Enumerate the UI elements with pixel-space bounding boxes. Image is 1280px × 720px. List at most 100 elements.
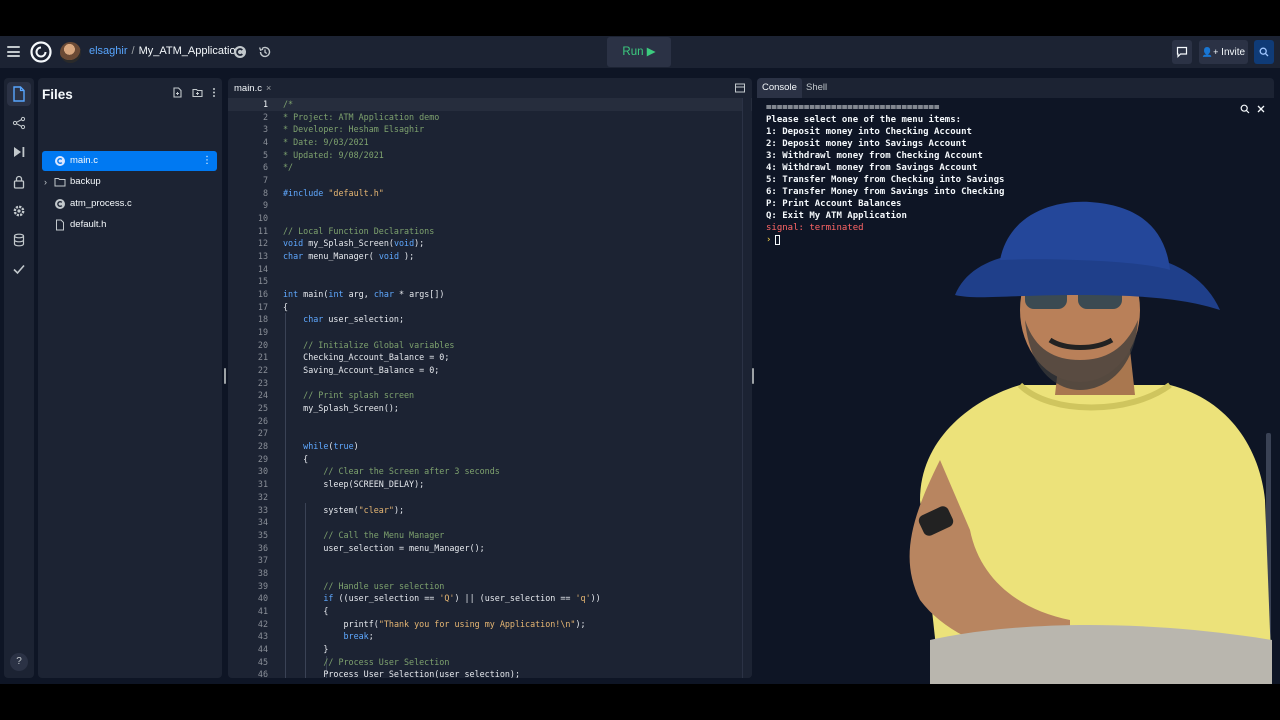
line-number: 25 bbox=[257, 403, 268, 414]
run-button[interactable]: Run ▶ bbox=[607, 37, 671, 67]
line-number: 43 bbox=[257, 631, 268, 642]
history-icon[interactable] bbox=[257, 44, 273, 60]
code-line: char user_selection; bbox=[303, 314, 405, 325]
tab-main-c[interactable]: main.c × bbox=[228, 78, 277, 98]
more-options-icon[interactable] bbox=[212, 87, 216, 98]
line-number: 18 bbox=[257, 314, 268, 325]
replit-logo-icon[interactable] bbox=[30, 41, 52, 63]
code-area[interactable]: 1 2 3 4 5 6 7 8 9 10 11 12 13 14 15 16 17 18 19 20 21 22 23 24 2… bbox=[228, 98, 752, 678]
line-number: 30 bbox=[257, 466, 268, 477]
rail-database[interactable] bbox=[7, 228, 31, 252]
search-icon[interactable] bbox=[1240, 104, 1250, 114]
line-number: 5 bbox=[262, 149, 268, 160]
files-toolbar bbox=[172, 87, 216, 98]
invite-button[interactable]: 👤+ Invite bbox=[1199, 40, 1248, 64]
tab-console[interactable]: Console bbox=[757, 78, 802, 98]
code-line: // Handle user selection bbox=[283, 580, 445, 591]
code-line: * Project: ATM Application demo bbox=[283, 111, 440, 122]
panel-resize-handle[interactable] bbox=[752, 368, 754, 384]
search-button[interactable] bbox=[1254, 40, 1274, 64]
panel-resize-handle[interactable] bbox=[224, 368, 226, 384]
line-number: 42 bbox=[257, 618, 268, 629]
git-branch-icon bbox=[12, 116, 26, 130]
line-number: 33 bbox=[257, 504, 268, 515]
line-number: 4 bbox=[262, 137, 268, 148]
code-line: // Print splash screen bbox=[283, 390, 415, 401]
search-icon bbox=[1259, 47, 1269, 57]
file-item-menu-icon[interactable]: ⋮ bbox=[202, 151, 212, 171]
code-editor-panel: main.c × 1 2 3 4 5 6 7 8 9 10 11 12 13 14 15 16 17 18 19 20 2… bbox=[228, 78, 752, 678]
rail-version-control[interactable] bbox=[7, 111, 31, 135]
code-line: void my_Splash_Screen(void); bbox=[283, 238, 425, 249]
breadcrumb-project[interactable]: My_ATM_Application bbox=[139, 45, 242, 57]
c-file-icon bbox=[55, 156, 65, 166]
presenter-webcam-overlay bbox=[909, 201, 1272, 684]
code-line: } bbox=[283, 643, 329, 654]
line-number: 9 bbox=[262, 200, 268, 211]
file-item-label: default.h bbox=[70, 219, 107, 230]
checkmark-icon bbox=[13, 264, 25, 275]
avatar[interactable] bbox=[60, 42, 81, 63]
file-item-label: backup bbox=[70, 176, 101, 187]
console-line: 6: Transfer Money from Savings into Chec… bbox=[766, 187, 1005, 197]
editor-scrollbar[interactable] bbox=[742, 98, 751, 678]
console-line: 2: Deposit money into Savings Account bbox=[766, 139, 967, 149]
menu-icon[interactable] bbox=[7, 46, 20, 57]
language-c-icon[interactable] bbox=[232, 44, 248, 60]
rail-debugger[interactable] bbox=[7, 140, 31, 164]
c-file-icon bbox=[55, 199, 65, 209]
folder-item-backup[interactable]: › backup bbox=[42, 172, 217, 192]
line-number: 13 bbox=[257, 251, 268, 262]
close-icon[interactable]: × bbox=[266, 83, 271, 93]
line-number: 1 bbox=[262, 99, 268, 109]
help-button[interactable]: ? bbox=[10, 653, 28, 671]
line-number: 20 bbox=[257, 339, 268, 350]
file-item-default-h[interactable]: default.h bbox=[42, 215, 217, 235]
line-number: 37 bbox=[257, 555, 268, 566]
code-line: { bbox=[283, 605, 329, 616]
folder-icon bbox=[54, 178, 66, 187]
invite-label: Invite bbox=[1221, 47, 1246, 58]
line-number: 17 bbox=[257, 301, 268, 312]
new-folder-icon[interactable] bbox=[192, 87, 203, 98]
step-forward-icon bbox=[14, 147, 25, 157]
breadcrumb-username[interactable]: elsaghir bbox=[89, 45, 128, 57]
line-number: 41 bbox=[257, 605, 268, 616]
new-file-icon[interactable] bbox=[172, 87, 183, 98]
files-panel: Files main.c ⋮ › backup atm_process.c de… bbox=[38, 78, 222, 678]
code-line: Saving_Account_Balance = 0; bbox=[283, 365, 440, 376]
chevron-right-icon[interactable]: › bbox=[44, 172, 47, 192]
chat-button[interactable] bbox=[1172, 40, 1192, 64]
tab-shell[interactable]: Shell bbox=[801, 78, 832, 98]
tab-label: main.c bbox=[234, 83, 262, 94]
layout-icon[interactable] bbox=[735, 83, 745, 93]
clear-console-icon[interactable] bbox=[1256, 104, 1266, 114]
code-line: my_Splash_Screen(); bbox=[283, 403, 399, 414]
code-line: #include "default.h" bbox=[283, 187, 384, 198]
line-number: 36 bbox=[257, 542, 268, 553]
file-item-label: main.c bbox=[70, 155, 98, 166]
files-panel-title: Files bbox=[42, 87, 73, 102]
rail-settings[interactable] bbox=[7, 199, 31, 223]
file-item-main-c[interactable]: main.c ⋮ bbox=[42, 151, 217, 171]
line-number: 14 bbox=[257, 263, 268, 274]
rail-files[interactable] bbox=[7, 82, 31, 106]
code-line: * Updated: 9/08/2021 bbox=[283, 149, 384, 160]
code-line: Checking_Account_Balance = 0; bbox=[283, 352, 450, 363]
rail-unit-tests[interactable] bbox=[7, 257, 31, 281]
file-item-label: atm_process.c bbox=[70, 198, 132, 209]
chat-icon bbox=[1176, 46, 1188, 58]
file-item-atm-process-c[interactable]: atm_process.c bbox=[42, 194, 217, 214]
line-number: 3 bbox=[262, 124, 268, 135]
line-number: 46 bbox=[257, 669, 268, 678]
rail-secrets[interactable] bbox=[7, 170, 31, 194]
line-number: 35 bbox=[257, 529, 268, 540]
file-icon bbox=[56, 219, 64, 231]
line-number: 44 bbox=[257, 643, 268, 654]
